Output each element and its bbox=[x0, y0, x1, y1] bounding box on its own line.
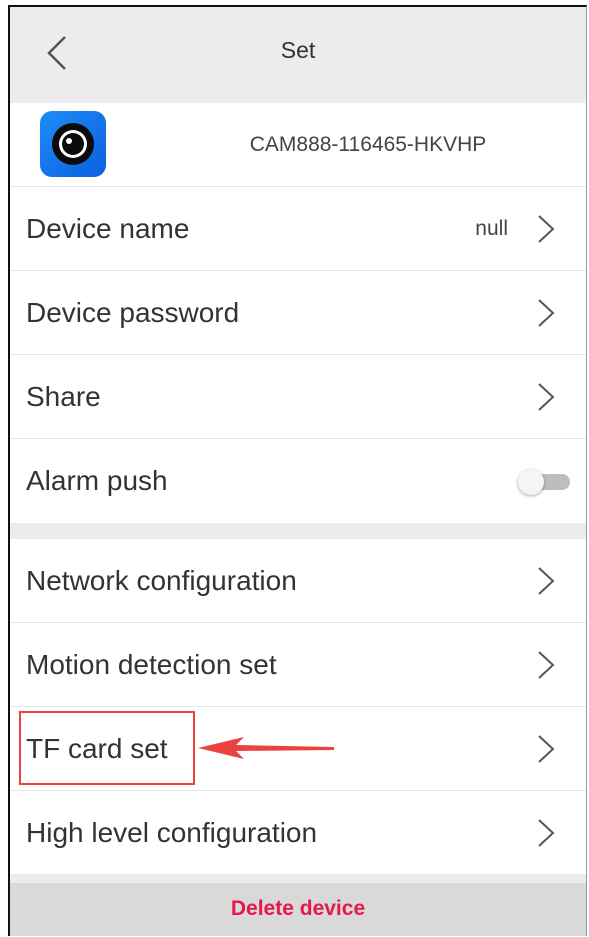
annotation-highlight-box bbox=[19, 711, 195, 785]
section-divider bbox=[10, 523, 586, 539]
footer-divider bbox=[10, 875, 586, 883]
annotation-arrow-icon bbox=[198, 737, 334, 759]
share-row[interactable]: Share bbox=[10, 355, 586, 439]
settings-screen: Set CAM888-116465-HKVHP Device name null… bbox=[8, 5, 587, 936]
chevron-right-icon bbox=[538, 819, 555, 847]
device-password-row[interactable]: Device password bbox=[10, 271, 586, 355]
motion-detection-row[interactable]: Motion detection set bbox=[10, 623, 586, 707]
row-label: Network configuration bbox=[26, 565, 297, 596]
network-configuration-row[interactable]: Network configuration bbox=[10, 539, 586, 623]
chevron-right-icon bbox=[538, 567, 555, 595]
chevron-right-icon bbox=[538, 651, 555, 679]
delete-device-button[interactable]: Delete device bbox=[10, 883, 586, 936]
camera-eye-app-icon bbox=[40, 111, 106, 177]
chevron-right-icon bbox=[538, 735, 555, 763]
chevron-right-icon bbox=[538, 383, 555, 411]
chevron-right-icon bbox=[538, 215, 555, 243]
row-label: Share bbox=[26, 381, 101, 412]
row-label: Device name bbox=[26, 213, 190, 244]
device-name-value: null bbox=[475, 217, 508, 240]
row-label: Motion detection set bbox=[26, 649, 277, 680]
device-header-row: CAM888-116465-HKVHP bbox=[10, 103, 586, 187]
alarm-push-toggle[interactable] bbox=[518, 469, 570, 495]
header-bar: Set bbox=[10, 7, 586, 103]
alarm-push-row: Alarm push bbox=[10, 439, 586, 523]
device-id-label: CAM888-116465-HKVHP bbox=[249, 133, 487, 156]
row-label: High level configuration bbox=[26, 817, 318, 848]
toggle-knob bbox=[518, 469, 544, 495]
row-label: Alarm push bbox=[26, 465, 168, 496]
row-label: Device password bbox=[26, 297, 240, 328]
high-level-configuration-row[interactable]: High level configuration bbox=[10, 791, 586, 875]
chevron-right-icon bbox=[538, 299, 555, 327]
device-name-row[interactable]: Device name null bbox=[10, 187, 586, 271]
page-title: Set bbox=[280, 37, 316, 63]
